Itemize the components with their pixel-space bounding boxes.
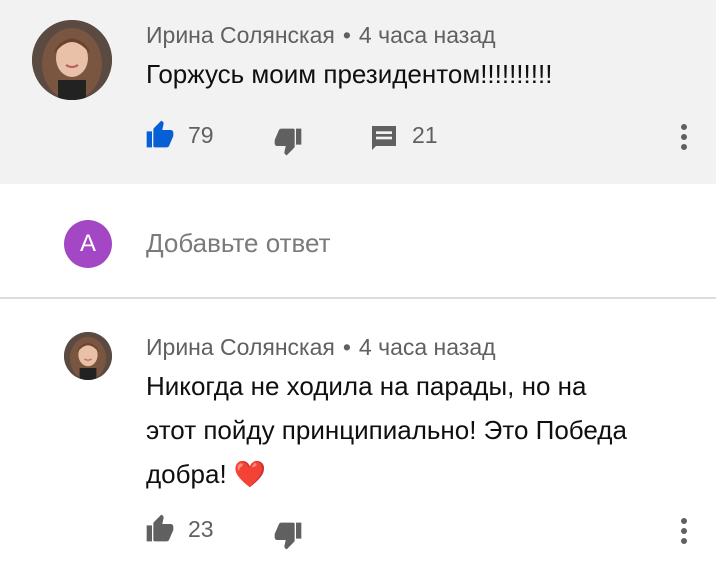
more-vertical-icon[interactable] <box>680 518 688 548</box>
comment-text-line: Никогда не ходила на парады, но на <box>146 371 587 401</box>
like-count: 23 <box>188 516 214 542</box>
reply-count[interactable]: 21 <box>412 122 438 149</box>
comment-meta: Ирина Солянская • 4 часа назад <box>146 22 496 49</box>
thumbs-up-icon[interactable] <box>144 512 176 544</box>
comment-text: Никогда не ходила на парады, но на этот … <box>146 364 686 496</box>
comment-text: Горжусь моим президентом!!!!!!!!!! <box>146 59 553 89</box>
comment-text-line: этот пойду принципиально! Это Победа <box>146 415 627 445</box>
avatar-photo <box>32 20 112 100</box>
comment-highlighted: Ирина Солянская • 4 часа назад Горжусь мои… <box>0 0 716 184</box>
author-name[interactable]: Ирина Солянская <box>146 22 335 48</box>
comment-icon[interactable] <box>368 122 400 154</box>
meta-separator: • <box>342 334 351 360</box>
user-avatar[interactable]: A <box>64 220 112 268</box>
thumbs-up-icon[interactable] <box>144 118 176 150</box>
thumbs-down-icon[interactable] <box>272 520 304 552</box>
heart-emoji: ❤️ <box>233 459 267 489</box>
author-avatar[interactable] <box>64 332 112 380</box>
avatar-photo <box>64 332 112 380</box>
comment-text-line: добра! ❤️ <box>146 459 267 489</box>
divider <box>0 297 716 299</box>
thumbs-down-icon[interactable] <box>272 126 304 158</box>
add-reply-input[interactable]: Добавьте ответ <box>146 228 331 259</box>
author-avatar[interactable] <box>32 20 112 100</box>
like-count: 79 <box>188 122 214 148</box>
meta-separator: • <box>342 22 351 48</box>
comment-time[interactable]: 4 часа назад <box>359 334 496 360</box>
comment-meta: Ирина Солянская • 4 часа назад <box>146 334 496 361</box>
author-name[interactable]: Ирина Солянская <box>146 334 335 360</box>
more-vertical-icon[interactable] <box>680 124 688 154</box>
comment-time[interactable]: 4 часа назад <box>359 22 496 48</box>
